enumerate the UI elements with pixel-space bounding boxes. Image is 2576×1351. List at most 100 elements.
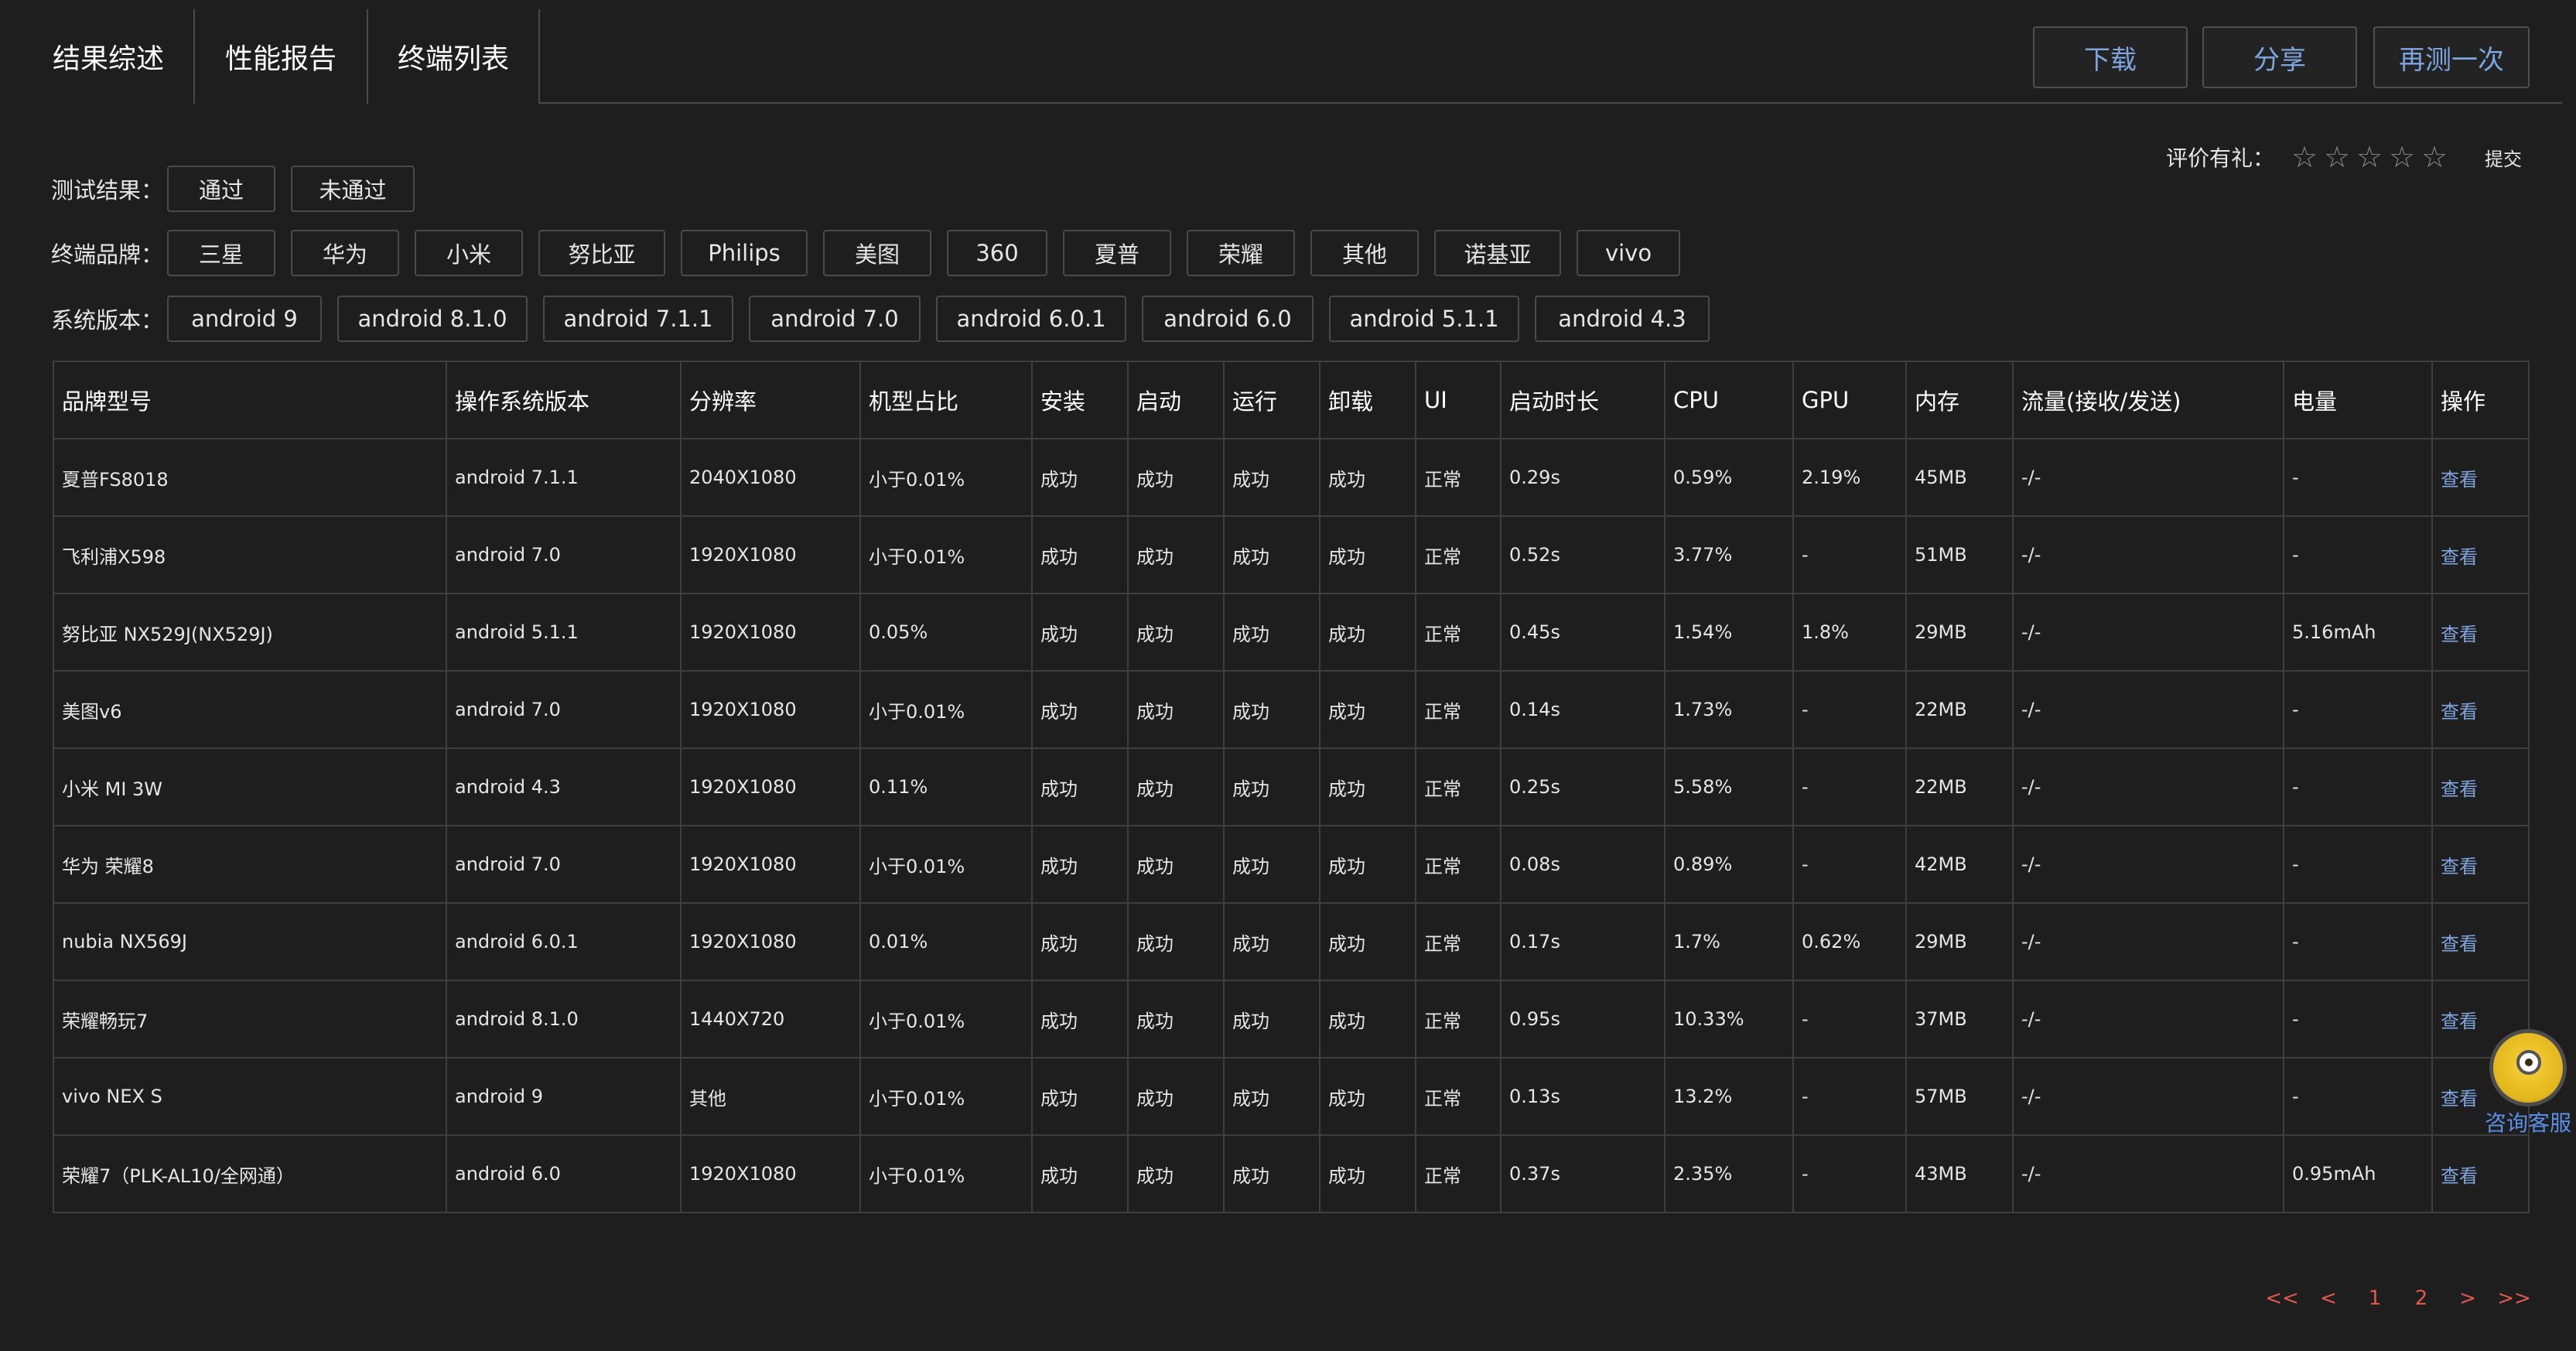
cell-traffic: -/-	[2012, 1057, 2284, 1136]
cell-model-share: 小于0.01%	[859, 515, 1033, 594]
cell-launch: 成功	[1127, 902, 1225, 981]
view-details-link[interactable]: 查看	[2431, 825, 2530, 904]
cell-resolution: 2040X1080	[680, 438, 861, 517]
cell-cpu: 1.7%	[1664, 902, 1794, 981]
cell-resolution: 1920X1080	[680, 825, 861, 904]
cell-launch-time: 0.95s	[1500, 980, 1666, 1059]
tab-device-list[interactable]: 终端列表	[367, 9, 540, 104]
page-first-button[interactable]: <<	[2259, 1281, 2305, 1315]
customer-service-label: 咨询客服	[2484, 1110, 2571, 1136]
filter-brand: 终端品牌： 三星 华为 小米 努比亚 Philips 美图 360 夏普 荣耀 …	[51, 230, 1696, 276]
cell-os-version: android 7.0	[446, 515, 682, 594]
view-details-link[interactable]: 查看	[2431, 593, 2530, 672]
filter-chip-os[interactable]: android 9	[167, 296, 322, 342]
rating-submit-button[interactable]: 提交	[2485, 144, 2522, 171]
column-header-launch-time: 启动时长	[1500, 361, 1666, 440]
cell-ui: 正常	[1415, 438, 1502, 517]
filter-chip-brand[interactable]: 美图	[823, 230, 931, 276]
cell-launch-time: 0.29s	[1500, 438, 1666, 517]
filter-chip-brand[interactable]: Philips	[681, 230, 808, 276]
cell-model-share: 0.01%	[859, 902, 1033, 981]
filter-chip-os[interactable]: android 6.0.1	[936, 296, 1126, 342]
filter-chip-brand[interactable]: 其他	[1310, 230, 1419, 276]
filter-chip-brand[interactable]: 华为	[291, 230, 399, 276]
cell-cpu: 1.54%	[1664, 593, 1794, 672]
filter-chip-brand[interactable]: vivo	[1577, 230, 1680, 276]
filter-chip-brand[interactable]: 诺基亚	[1434, 230, 1561, 276]
filter-chip-brand[interactable]: 360	[947, 230, 1047, 276]
filter-chip-pass[interactable]: 通过	[167, 166, 275, 212]
filter-chip-brand[interactable]: 三星	[167, 230, 275, 276]
tab-performance-report[interactable]: 性能报告	[193, 9, 367, 104]
table-row: 夏普FS8018 android 7.1.1 2040X1080 小于0.01% 成功成…	[53, 438, 2530, 517]
column-header-cpu: CPU	[1664, 361, 1794, 440]
view-details-link[interactable]: 查看	[2431, 902, 2530, 981]
filter-chip-fail[interactable]: 未通过	[291, 166, 415, 212]
filter-chip-brand[interactable]: 荣耀	[1187, 230, 1295, 276]
page-number-2[interactable]: 2	[2398, 1281, 2444, 1315]
filter-chip-brand[interactable]: 努比亚	[538, 230, 665, 276]
cell-resolution: 1440X720	[680, 980, 861, 1059]
filter-chip-brand[interactable]: 夏普	[1063, 230, 1171, 276]
cell-cpu: 5.58%	[1664, 747, 1794, 826]
tab-summary[interactable]: 结果综述	[23, 9, 193, 104]
cell-memory: 22MB	[1905, 670, 2014, 749]
cell-brand-model: vivo NEX S	[53, 1057, 447, 1136]
cell-gpu: -	[1792, 515, 1907, 594]
filter-chip-os[interactable]: android 8.1.0	[337, 296, 528, 342]
view-details-link[interactable]: 查看	[2431, 1134, 2530, 1213]
column-header-ui: UI	[1415, 361, 1502, 440]
cell-run: 成功	[1223, 1134, 1320, 1213]
download-button[interactable]: 下载	[2033, 26, 2188, 88]
cell-gpu: -	[1792, 670, 1907, 749]
cell-launch-time: 0.45s	[1500, 593, 1666, 672]
cell-run: 成功	[1223, 1057, 1320, 1136]
cell-launch-time: 0.13s	[1500, 1057, 1666, 1136]
page-prev-button[interactable]: <	[2305, 1281, 2352, 1315]
column-header-os-version: 操作系统版本	[446, 361, 682, 440]
cell-ui: 正常	[1415, 747, 1502, 826]
cell-launch-time: 0.17s	[1500, 902, 1666, 981]
star-icon[interactable]: ☆	[2321, 140, 2353, 174]
view-details-link[interactable]: 查看	[2431, 515, 2530, 594]
view-details-link[interactable]: 查看	[2431, 747, 2530, 826]
filter-chip-brand[interactable]: 小米	[415, 230, 523, 276]
star-icon[interactable]: ☆	[2418, 140, 2451, 174]
cell-model-share: 小于0.01%	[859, 1134, 1033, 1213]
star-icon[interactable]: ☆	[2353, 140, 2386, 174]
view-details-link[interactable]: 查看	[2431, 670, 2530, 749]
page-number-1[interactable]: 1	[2352, 1281, 2398, 1315]
star-icon[interactable]: ☆	[2288, 140, 2321, 174]
retest-button[interactable]: 再测一次	[2373, 26, 2530, 88]
customer-service-button[interactable]: 咨询客服	[2480, 1011, 2576, 1136]
star-icon[interactable]: ☆	[2386, 140, 2418, 174]
cell-model-share: 0.05%	[859, 593, 1033, 672]
cell-gpu: -	[1792, 1057, 1907, 1136]
filter-chip-os[interactable]: android 4.3	[1535, 296, 1710, 342]
column-header-action: 操作	[2431, 361, 2530, 440]
share-button[interactable]: 分享	[2202, 26, 2357, 88]
filter-chip-os[interactable]: android 7.1.1	[543, 296, 733, 342]
cell-ui: 正常	[1415, 515, 1502, 594]
filter-chip-os[interactable]: android 6.0	[1142, 296, 1314, 342]
cell-os-version: android 5.1.1	[446, 593, 682, 672]
cell-launch: 成功	[1127, 747, 1225, 826]
cell-install: 成功	[1031, 438, 1129, 517]
column-header-model-share: 机型占比	[859, 361, 1033, 440]
device-results-table: 品牌型号 操作系统版本 分辨率 机型占比 安装 启动 运行 卸载 UI 启动时长 CPU GPU 内存流…	[53, 361, 2530, 1213]
column-header-resolution: 分辨率	[680, 361, 861, 440]
cell-uninstall: 成功	[1319, 980, 1416, 1059]
cell-cpu: 0.89%	[1664, 825, 1794, 904]
cell-traffic: -/-	[2012, 747, 2284, 826]
cell-os-version: android 4.3	[446, 747, 682, 826]
cell-battery: -	[2283, 825, 2433, 904]
filter-chip-os[interactable]: android 7.0	[749, 296, 921, 342]
page-last-button[interactable]: >>	[2491, 1281, 2537, 1315]
view-details-link[interactable]: 查看	[2431, 438, 2530, 517]
table-row: vivo NEX Sandroid 9 其他 小于0.01% 成功 成功 成功 成功 正常 0.…	[53, 1057, 2530, 1136]
cell-model-share: 小于0.01%	[859, 670, 1033, 749]
cell-memory: 22MB	[1905, 747, 2014, 826]
cell-model-share: 小于0.01%	[859, 980, 1033, 1059]
filter-chip-os[interactable]: android 5.1.1	[1329, 296, 1519, 342]
page-next-button[interactable]: >	[2444, 1281, 2491, 1315]
